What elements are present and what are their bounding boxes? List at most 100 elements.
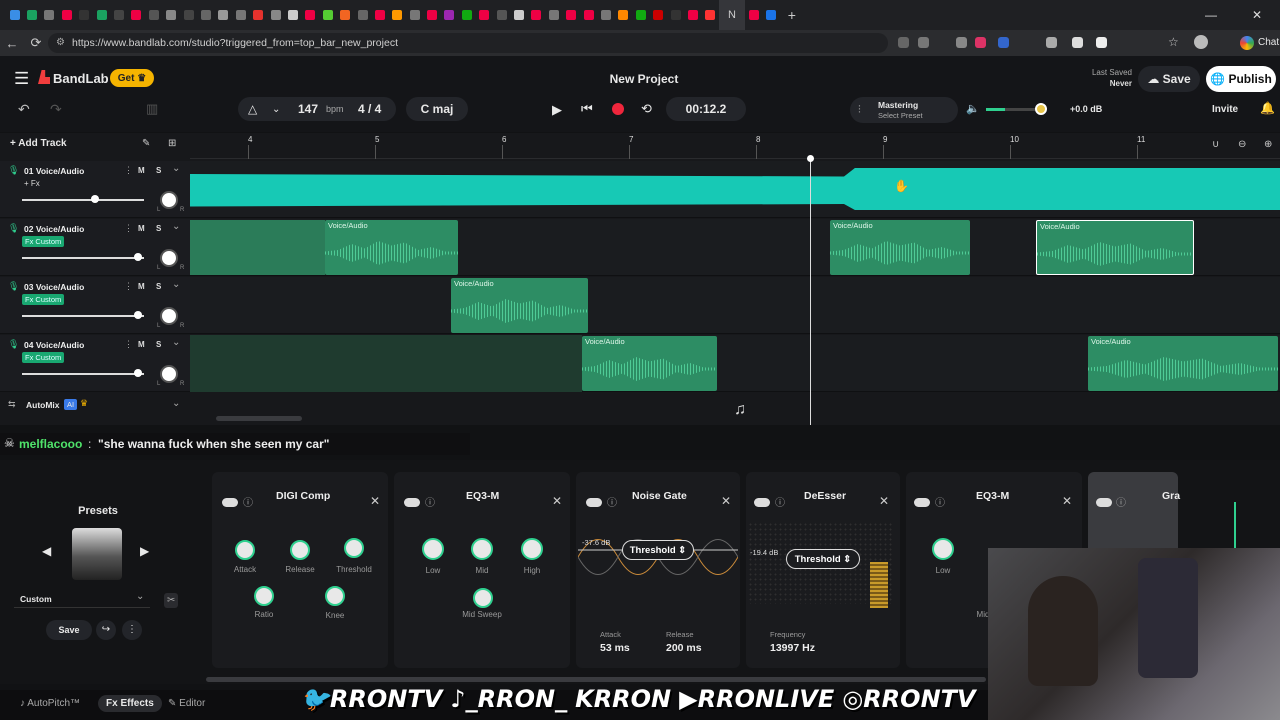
track-header[interactable]: 🎙 04 Voice/Audio Fx Custom ⋮ M S ⌄ L R (0, 335, 190, 392)
key-selector[interactable]: C maj (406, 97, 468, 121)
solo-button[interactable]: S (156, 282, 161, 291)
skip-back-icon[interactable]: ⏮ (581, 101, 593, 117)
master-volume-slider[interactable] (986, 103, 1047, 115)
release-knob[interactable] (290, 540, 310, 560)
tool-icon[interactable]: ✎ (142, 138, 150, 149)
chevron-down-icon[interactable]: ⌄ (172, 337, 180, 348)
undo-icon[interactable]: ↶ (18, 101, 30, 118)
audio-clip[interactable]: Voice/Audio (582, 336, 717, 391)
knee-knob[interactable] (325, 586, 345, 606)
gate-threshold-button[interactable]: Threshold ⇕ (622, 540, 694, 560)
browser-tab[interactable] (423, 0, 440, 30)
reload-icon[interactable]: ⟳ (24, 35, 48, 51)
browser-tab[interactable] (528, 0, 545, 30)
track-volume-knob[interactable] (133, 253, 142, 261)
browser-tab[interactable] (215, 0, 232, 30)
track-name[interactable]: 02 Voice/Audio (24, 224, 84, 234)
prev-preset-icon[interactable]: ◀ (42, 544, 51, 558)
audio-clip[interactable]: Voice/Audio (830, 220, 970, 275)
track-volume-slider[interactable] (22, 315, 144, 317)
audio-clip[interactable]: Voice/Audio (1088, 336, 1278, 391)
browser-tab[interactable] (336, 0, 353, 30)
browser-tab[interactable] (371, 0, 388, 30)
chat-label[interactable]: Chat (1258, 37, 1279, 48)
site-info-icon[interactable]: ⚙ (56, 37, 65, 48)
chevron-down-icon[interactable]: ⌄ (172, 398, 180, 409)
track-lane[interactable]: Voice/Audio Voice/Audio (190, 335, 1280, 392)
more-icon[interactable]: ⋮ (124, 281, 133, 292)
chevron-down-icon[interactable]: ⌄ (172, 221, 180, 232)
frequency-value[interactable]: 13997 Hz (770, 642, 815, 654)
preset-select[interactable]: Custom ⌄ (14, 590, 150, 608)
track-volume-slider[interactable] (22, 199, 144, 201)
more-icon[interactable]: ⋮ (124, 339, 133, 350)
extension-icon[interactable] (975, 37, 986, 48)
browser-tab[interactable] (163, 0, 180, 30)
track-fx-button[interactable]: Fx Custom (22, 352, 65, 363)
threshold-knob[interactable] (344, 538, 364, 558)
back-icon[interactable]: ← (0, 36, 24, 51)
browser-tab[interactable] (145, 0, 162, 30)
extension-icon[interactable] (1096, 37, 1107, 48)
share-icon[interactable]: ↪ (96, 620, 116, 640)
track-lane[interactable]: ✋ (190, 161, 1280, 218)
horizontal-scrollbar[interactable] (216, 416, 302, 421)
new-tab-icon[interactable]: + (788, 7, 796, 23)
more-icon[interactable]: ⋮ (124, 165, 133, 176)
get-membership-button[interactable]: Get ♛ (110, 69, 154, 87)
track-volume-knob[interactable] (133, 311, 142, 319)
metronome-icon[interactable]: △ (248, 102, 257, 116)
info-icon[interactable]: ⓘ (607, 494, 617, 509)
low-knob[interactable] (932, 538, 954, 560)
effect-toggle[interactable] (222, 498, 238, 507)
extension-icon[interactable] (898, 37, 909, 48)
publish-button[interactable]: 🌐 Publish (1206, 66, 1276, 92)
close-icon[interactable]: ✕ (370, 494, 380, 508)
solo-button[interactable]: S (156, 224, 161, 233)
chevron-down-icon[interactable]: ⌄ (272, 104, 280, 115)
info-icon[interactable]: ⓘ (1116, 494, 1126, 509)
browser-tab[interactable] (580, 0, 597, 30)
extension-icon[interactable] (1072, 37, 1083, 48)
project-title[interactable]: New Project (560, 72, 728, 86)
more-icon[interactable]: ⋮ (124, 223, 133, 234)
play-icon[interactable]: ▶ (552, 102, 562, 118)
browser-tab[interactable] (267, 0, 284, 30)
info-icon[interactable]: ⓘ (425, 494, 435, 509)
extension-icon[interactable] (956, 37, 967, 48)
playhead-time[interactable]: 00:12.2 (666, 97, 746, 121)
attack-value[interactable]: 53 ms (600, 642, 630, 654)
high-knob[interactable] (521, 538, 543, 560)
info-icon[interactable]: ⓘ (243, 494, 253, 509)
effect-toggle[interactable] (404, 498, 420, 507)
redo-icon[interactable]: ↷ (50, 101, 62, 118)
browser-tab[interactable] (128, 0, 145, 30)
clear-preset-icon[interactable]: ✂ (164, 593, 179, 608)
save-button[interactable]: ☁ Save (1138, 66, 1200, 92)
next-preset-icon[interactable]: ▶ (140, 544, 149, 558)
track-volume-knob[interactable] (133, 369, 142, 377)
playhead-line[interactable] (810, 157, 811, 425)
browser-tab[interactable] (667, 0, 684, 30)
minimize-button[interactable]: — (1188, 0, 1234, 30)
mute-button[interactable]: M (138, 166, 145, 175)
browser-tab[interactable] (180, 0, 197, 30)
effect-toggle[interactable] (754, 498, 770, 507)
add-loop-icon[interactable]: ♫ (734, 401, 746, 419)
mastering-button[interactable]: ⫶ Mastering Select Preset (850, 97, 958, 123)
audio-clip[interactable]: Voice/Audio (1036, 220, 1194, 275)
track-volume-slider[interactable] (22, 373, 144, 375)
invite-button[interactable]: Invite (1212, 104, 1238, 115)
bpm-value[interactable]: 147 (298, 102, 318, 116)
mid-knob[interactable] (471, 538, 493, 560)
ratio-knob[interactable] (254, 586, 274, 606)
menu-icon[interactable]: ☰ (14, 69, 29, 89)
speaker-icon[interactable]: 🔈 (966, 102, 980, 115)
browser-tab[interactable] (389, 0, 406, 30)
browser-tab[interactable] (110, 0, 127, 30)
browser-tab[interactable] (563, 0, 580, 30)
preset-save-button[interactable]: Save (46, 620, 92, 640)
master-volume-knob[interactable] (1035, 103, 1047, 115)
pan-knob[interactable] (160, 249, 178, 267)
close-window-button[interactable]: ✕ (1234, 0, 1280, 30)
